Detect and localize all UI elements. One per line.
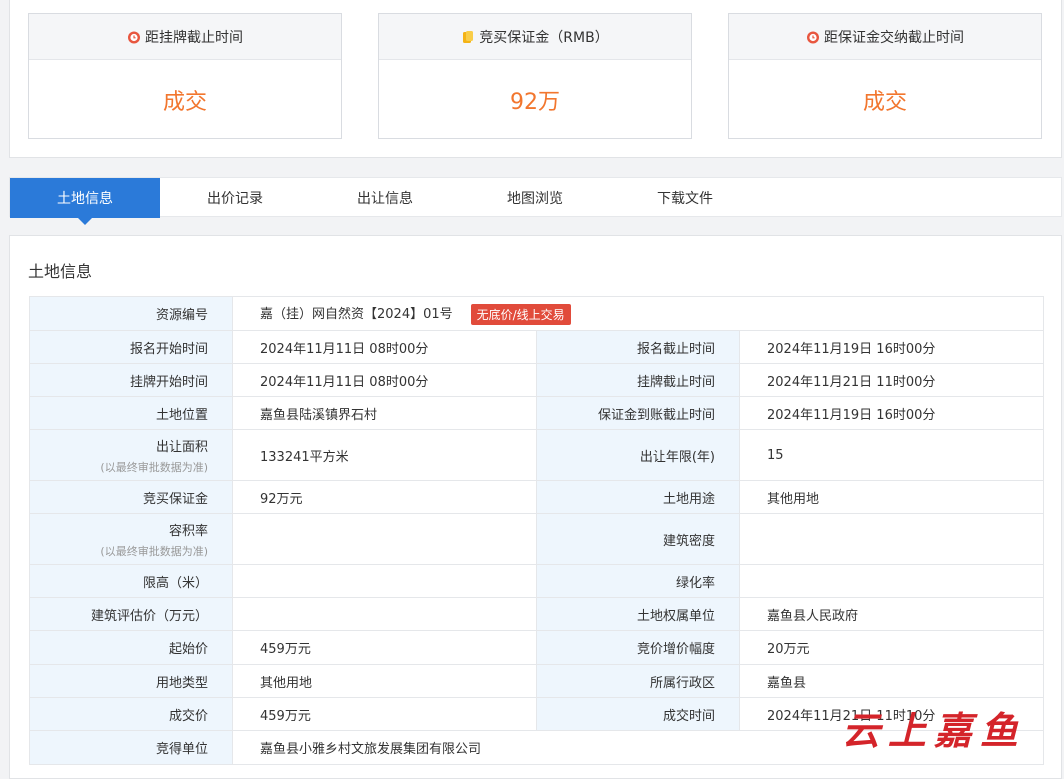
- table-row: 限高（米） 绿化率: [29, 564, 1045, 598]
- label-cell: 竞买保证金: [29, 480, 233, 514]
- tab-transfer-info[interactable]: 出让信息: [310, 178, 460, 218]
- tab-land-info[interactable]: 土地信息: [10, 178, 160, 225]
- land-info-table: 资源编号 嘉（挂）网自然资【2024】01号 无底价/线上交易 报名开始时间 20…: [29, 296, 1045, 765]
- value-cell: 2024年11月11日 08时00分: [232, 330, 537, 364]
- stat-label: 竞买保证金（RMB）: [479, 29, 609, 46]
- value-cell: 2024年11月11日 08时00分: [232, 363, 537, 397]
- value-cell: 2024年11月19日 16时00分: [738, 330, 1045, 364]
- table-row: 容积率 (以最终审批数据为准) 建筑密度: [29, 513, 1045, 565]
- label-cell: 保证金到账截止时间: [536, 396, 740, 430]
- table-row: 用地类型 其他用地 所属行政区 嘉鱼县: [29, 664, 1045, 698]
- stat-value: 成交: [162, 89, 207, 115]
- label-cell: 报名截止时间: [536, 330, 740, 364]
- value-cell: 其他用地: [738, 480, 1045, 514]
- value-cell: [232, 597, 537, 631]
- stat-card-deposit: 竞买保证金（RMB） 92万: [378, 13, 692, 139]
- stat-header: 距挂牌截止时间: [29, 14, 341, 60]
- label-cell: 挂牌开始时间: [29, 363, 233, 397]
- table-row: 起始价 459万元 竞价增价幅度 20万元: [29, 630, 1045, 665]
- value-cell: 嘉（挂）网自然资【2024】01号 无底价/线上交易: [231, 296, 1045, 331]
- table-row: 报名开始时间 2024年11月11日 08时00分 报名截止时间 2024年11…: [29, 330, 1045, 364]
- label-cell: 建筑密度: [536, 513, 740, 565]
- resource-number: 嘉（挂）网自然资【2024】01号: [260, 306, 453, 322]
- stat-label: 距保证金交纳截止时间: [824, 29, 964, 46]
- label-cell: 竞得单位: [29, 730, 233, 765]
- table-row: 资源编号 嘉（挂）网自然资【2024】01号 无底价/线上交易: [29, 296, 1045, 331]
- label-cell: 所属行政区: [536, 664, 740, 698]
- value-cell: [738, 564, 1045, 598]
- value-cell: 459万元: [232, 630, 537, 665]
- tab-bid-records[interactable]: 出价记录: [160, 178, 310, 218]
- label-cell: 用地类型: [29, 664, 233, 698]
- section-title: 土地信息: [28, 262, 93, 281]
- approval-note: (以最终审批数据为准): [100, 544, 208, 558]
- label-text: 容积率: [168, 523, 208, 539]
- land-info-panel: 土地信息 资源编号 嘉（挂）网自然资【2024】01号 无底价/线上交易 报名开始…: [9, 235, 1062, 779]
- label-cell: 报名开始时间: [29, 330, 233, 364]
- transaction-type-badge: 无底价/线上交易: [470, 303, 571, 325]
- label-cell: 建筑评估价（万元）: [29, 597, 233, 631]
- stat-header: 竞买保证金（RMB）: [379, 14, 691, 60]
- label-cell: 土地用途: [536, 480, 740, 514]
- label-text: 出让面积: [155, 439, 208, 455]
- tab-bar: 土地信息 出价记录 出让信息 地图浏览 下载文件: [9, 177, 1062, 225]
- label-cell: 出让面积 (以最终审批数据为准): [29, 429, 233, 481]
- stat-label: 距挂牌截止时间: [145, 29, 243, 46]
- label-cell: 限高（米）: [29, 564, 233, 598]
- table-row: 挂牌开始时间 2024年11月11日 08时00分 挂牌截止时间 2024年11…: [29, 363, 1045, 397]
- value-cell: [232, 513, 537, 565]
- value-cell: 459万元: [232, 697, 537, 731]
- table-row: 出让面积 (以最终审批数据为准) 133241平方米 出让年限(年) 15: [29, 429, 1045, 481]
- value-cell: 嘉鱼县陆溪镇界石村: [232, 396, 537, 430]
- value-cell: 133241平方米: [232, 429, 537, 481]
- value-cell: [232, 564, 537, 598]
- value-cell: 15: [738, 429, 1045, 481]
- table-row: 建筑评估价（万元） 土地权属单位 嘉鱼县人民政府: [29, 597, 1045, 631]
- value-cell: 2024年11月21日 11时00分: [738, 363, 1045, 397]
- value-cell: 其他用地: [232, 664, 537, 698]
- label-cell: 资源编号: [29, 296, 233, 331]
- value-cell: 92万元: [232, 480, 537, 514]
- label-cell: 出让年限(年): [536, 429, 740, 481]
- value-cell: [738, 513, 1045, 565]
- table-row: 土地位置 嘉鱼县陆溪镇界石村 保证金到账截止时间 2024年11月19日 16时…: [29, 396, 1045, 430]
- stat-value: 92万: [510, 89, 560, 115]
- alarm-clock-icon: [128, 31, 140, 43]
- label-cell: 绿化率: [536, 564, 740, 598]
- coins-icon: [463, 30, 474, 43]
- label-cell: 成交价: [29, 697, 233, 731]
- value-cell: 嘉鱼县: [738, 664, 1045, 698]
- approval-note: (以最终审批数据为准): [100, 460, 208, 474]
- value-cell: 20万元: [738, 630, 1045, 665]
- tab-download-files[interactable]: 下载文件: [610, 178, 760, 218]
- watermark-logo: 云上嘉鱼: [842, 708, 1027, 753]
- stat-card-listing-deadline: 距挂牌截止时间 成交: [28, 13, 342, 139]
- alarm-clock-icon: [807, 31, 819, 43]
- label-cell: 成交时间: [536, 697, 740, 731]
- stats-panel: 距挂牌截止时间 成交 竞买保证金（RMB） 92万 距保证金交纳截止时间 成交: [9, 0, 1062, 158]
- label-cell: 土地权属单位: [536, 597, 740, 631]
- stat-header: 距保证金交纳截止时间: [729, 14, 1041, 60]
- label-cell: 竞价增价幅度: [536, 630, 740, 665]
- label-cell: 起始价: [29, 630, 233, 665]
- label-cell: 土地位置: [29, 396, 233, 430]
- stat-card-deposit-deadline: 距保证金交纳截止时间 成交: [728, 13, 1042, 139]
- table-row: 竞买保证金 92万元 土地用途 其他用地: [29, 480, 1045, 514]
- label-cell: 挂牌截止时间: [536, 363, 740, 397]
- stat-value: 成交: [862, 89, 907, 115]
- value-cell: 2024年11月19日 16时00分: [738, 396, 1045, 430]
- tab-map-view[interactable]: 地图浏览: [460, 178, 610, 218]
- label-cell: 容积率 (以最终审批数据为准): [29, 513, 233, 565]
- value-cell: 嘉鱼县人民政府: [738, 597, 1045, 631]
